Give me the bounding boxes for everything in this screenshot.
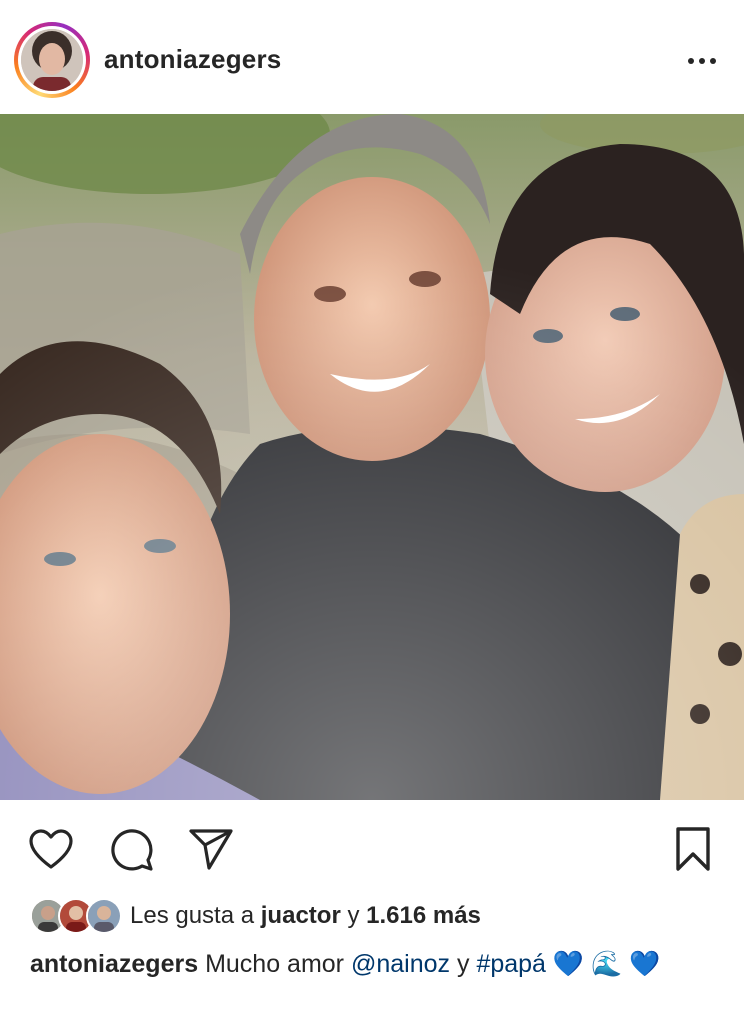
avatar[interactable] <box>21 29 83 91</box>
heart-icon[interactable] <box>26 824 76 874</box>
likes-text[interactable]: Les gusta a juactor y 1.616 más <box>130 902 481 930</box>
story-ring[interactable] <box>14 22 90 98</box>
liker-username[interactable]: juactor <box>261 902 341 929</box>
bookmark-icon[interactable] <box>668 824 718 874</box>
likes-connector: y <box>347 902 360 929</box>
comment-icon[interactable] <box>106 824 156 874</box>
caption-username[interactable]: antoniazegers <box>30 950 198 978</box>
caption-connector: y <box>456 950 470 978</box>
likes-count[interactable]: 1.616 más <box>366 902 481 929</box>
avatar <box>86 898 122 934</box>
post-username[interactable]: antoniazegers <box>104 44 281 75</box>
send-icon[interactable] <box>186 824 236 874</box>
caption-text: Mucho amor <box>205 950 345 978</box>
blue-heart-emoji: 💙 <box>552 950 585 978</box>
caption-hashtag[interactable]: #papá <box>476 950 546 978</box>
post-header: antoniazegers <box>0 0 744 114</box>
wave-emoji: 🌊 <box>591 950 623 978</box>
likes-prefix: Les gusta a <box>130 902 255 929</box>
blue-heart-emoji-2: 💙 <box>629 950 661 978</box>
likes-row[interactable]: Les gusta a juactor y 1.616 más <box>30 896 481 936</box>
caption-mention[interactable]: @nainoz <box>351 950 450 978</box>
liker-avatars <box>30 898 122 934</box>
post-photo[interactable] <box>0 114 744 800</box>
action-bar <box>0 800 744 896</box>
more-options-icon[interactable] <box>682 46 722 76</box>
post-caption: antoniazegers Mucho amor @nainoz y #papá… <box>30 948 720 980</box>
